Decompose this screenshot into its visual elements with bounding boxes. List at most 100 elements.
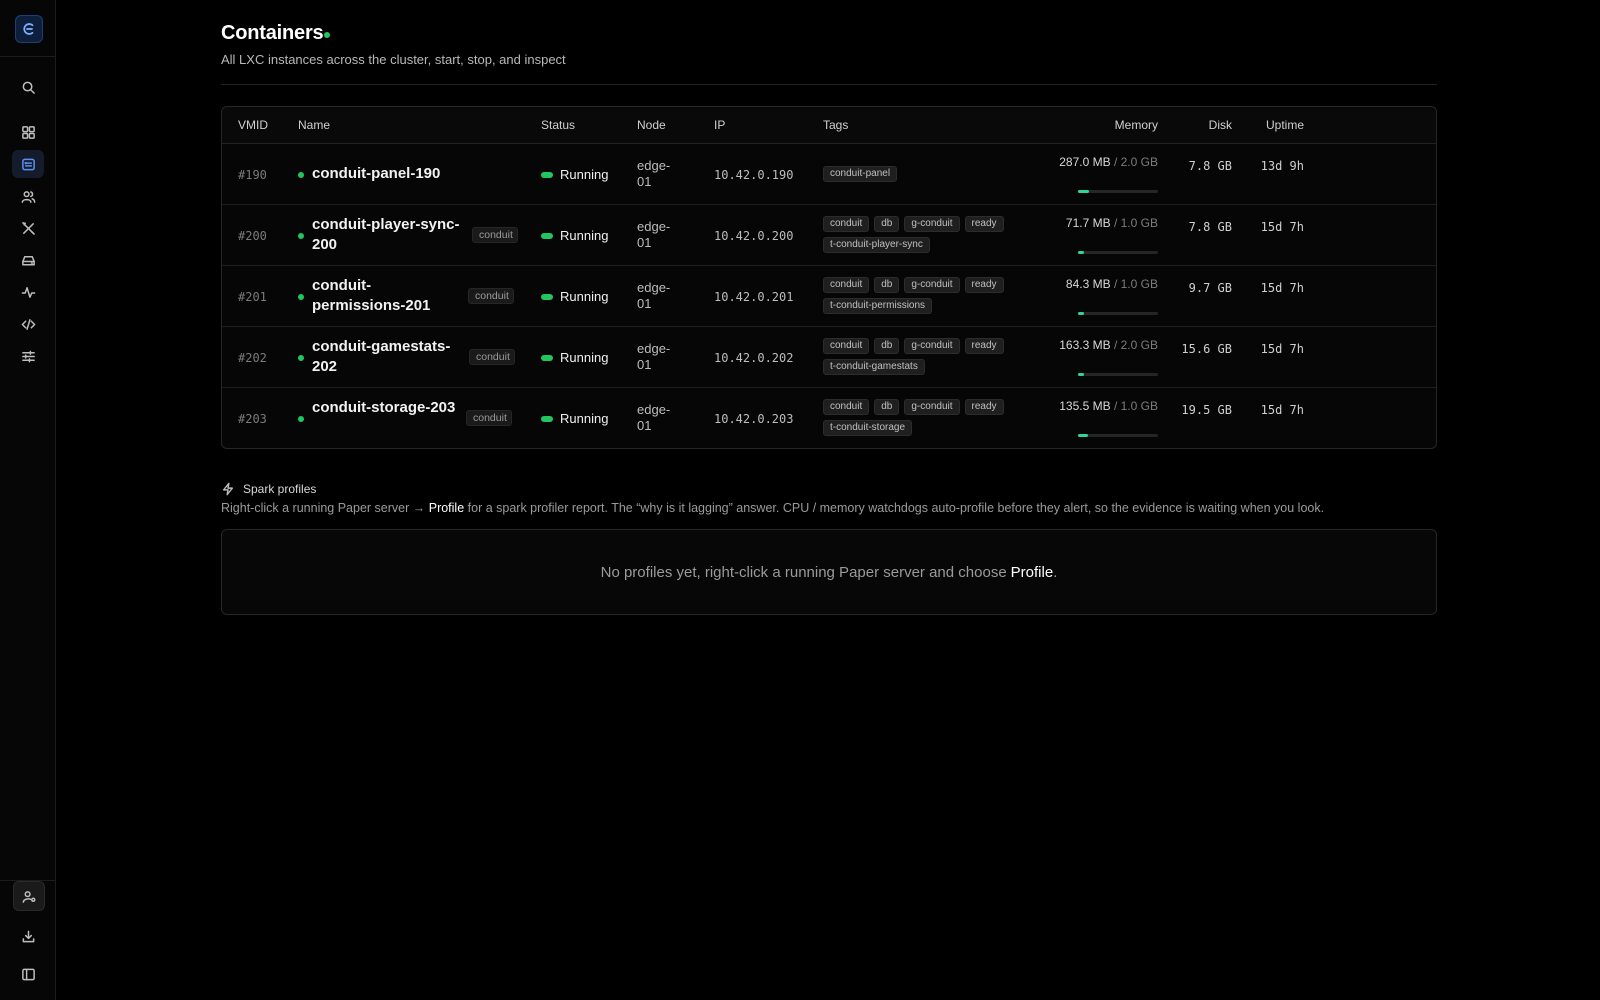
disk-size: 9.7 GB	[1188, 281, 1232, 295]
spark-profiles-empty-state: No profiles yet, right-click a running P…	[221, 529, 1437, 615]
user-settings-icon[interactable]	[13, 881, 45, 911]
conduit-logo-icon[interactable]	[15, 15, 43, 43]
table-row[interactable]: #200 conduit-player-sync-200 conduit Runnin…	[222, 205, 1436, 266]
status-dot	[298, 294, 304, 300]
tools-icon[interactable]	[12, 214, 44, 242]
uptime: 15d 7h	[1260, 403, 1304, 417]
containers-table: VMID Name Status Node IP Tags Memory Dis…	[221, 106, 1437, 449]
column-ip[interactable]: IP	[714, 118, 725, 132]
memory-bar-fill	[1078, 312, 1085, 315]
memory-bar-fill	[1078, 373, 1085, 376]
lightning-icon	[222, 482, 234, 496]
ip-address: 10.42.0.203	[714, 412, 794, 426]
activity-icon[interactable]	[12, 278, 44, 306]
sidebar-toggle-icon[interactable]	[12, 960, 44, 988]
ip-address: 10.42.0.200	[714, 229, 794, 243]
status-badge: Running	[541, 289, 608, 304]
memory-total: / 2.0 GB	[1113, 155, 1158, 169]
memory-total: / 1.0 GB	[1113, 399, 1158, 413]
tag: ready	[964, 216, 1004, 232]
status-text: Running	[560, 350, 609, 365]
column-name[interactable]: Name	[298, 118, 330, 132]
tags-list: conduit-panel	[823, 166, 1023, 182]
status-badge: Running	[541, 228, 608, 243]
uptime: 15d 7h	[1260, 281, 1304, 295]
memory-usage: 84.3 MB / 1.0 GB	[1042, 276, 1158, 292]
container-name[interactable]: conduit-permissions-201	[312, 276, 462, 316]
vmid: #203	[238, 412, 267, 426]
table-row[interactable]: #202 conduit-gamestats-202 conduit Running e…	[222, 327, 1436, 388]
container-name[interactable]: conduit-player-sync-200	[312, 215, 462, 255]
status-pill	[541, 171, 553, 178]
users-icon[interactable]	[12, 182, 44, 210]
vmid: #202	[238, 351, 267, 365]
tag: g-conduit	[904, 338, 960, 354]
memory-bar	[1078, 251, 1158, 254]
tag: g-conduit	[904, 277, 960, 293]
status-pill	[541, 354, 553, 361]
tag: t-conduit-player-sync	[823, 237, 930, 253]
uptime: 15d 7h	[1260, 220, 1304, 234]
tag: t-conduit-storage	[823, 420, 913, 436]
sliders-icon[interactable]	[12, 342, 44, 370]
container-name[interactable]: conduit-panel-190	[312, 164, 512, 184]
status-text: Running	[560, 289, 609, 304]
memory-bar	[1078, 373, 1158, 376]
status-text: Running	[560, 411, 609, 426]
status-text: Running	[560, 167, 609, 182]
tags-list: conduit db g-conduit ready t-conduit-storage	[823, 399, 1023, 436]
spark-profiles-title: Spark profiles	[243, 482, 317, 496]
column-vmid[interactable]: VMID	[238, 118, 268, 132]
tag: t-conduit-gamestats	[823, 359, 925, 375]
memory-usage: 163.3 MB / 2.0 GB	[1042, 337, 1158, 353]
column-disk[interactable]: Disk	[1182, 118, 1232, 132]
node: edge-01	[637, 219, 671, 250]
page-title: Containers	[221, 22, 324, 44]
memory-used: 71.7 MB	[1065, 216, 1111, 230]
column-tags[interactable]: Tags	[823, 118, 848, 132]
status-dot	[324, 32, 330, 38]
ip-address: 10.42.0.190	[714, 168, 794, 182]
spark-profiles-description: Right-click a running Paper server → Pro…	[221, 501, 1324, 515]
memory-usage: 71.7 MB / 1.0 GB	[1042, 215, 1158, 231]
memory-total: / 1.0 GB	[1113, 277, 1158, 291]
status-badge: Running	[541, 411, 608, 426]
memory-used: 84.3 MB	[1065, 277, 1111, 291]
disk-size: 15.6 GB	[1181, 342, 1232, 356]
tag: db	[874, 216, 900, 232]
column-status[interactable]: Status	[541, 118, 575, 132]
table-row[interactable]: #203 conduit-storage-203 conduit Running edg…	[222, 388, 1436, 448]
table-row[interactable]: #201 conduit-permissions-201 conduit Runnin…	[222, 266, 1436, 327]
containers-icon[interactable]	[12, 150, 44, 178]
vmid: #201	[238, 290, 267, 304]
page-subtitle: All LXC instances across the cluster, st…	[221, 52, 566, 67]
disk-size: 7.8 GB	[1188, 159, 1232, 173]
column-uptime[interactable]: Uptime	[1242, 118, 1304, 132]
name-tag: conduit	[469, 349, 515, 365]
container-name[interactable]: conduit-gamestats-202	[312, 337, 462, 377]
disk-size: 7.8 GB	[1188, 220, 1232, 234]
storage-icon[interactable]	[12, 246, 44, 274]
memory-total: / 1.0 GB	[1113, 216, 1158, 230]
memory-usage: 135.5 MB / 1.0 GB	[1042, 398, 1158, 414]
memory-bar-fill	[1078, 251, 1084, 254]
memory-used: 163.3 MB	[1059, 338, 1111, 352]
spark-desc-profile: Profile	[428, 501, 465, 515]
node: edge-01	[637, 158, 671, 189]
download-icon[interactable]	[12, 922, 44, 950]
container-name[interactable]: conduit-storage-203	[312, 398, 462, 418]
code-icon[interactable]	[12, 310, 44, 338]
memory-bar	[1078, 312, 1158, 315]
node: edge-01	[637, 402, 671, 433]
column-memory[interactable]: Memory	[1078, 118, 1158, 132]
dashboard-icon[interactable]	[12, 118, 44, 146]
column-node[interactable]: Node	[637, 118, 666, 132]
empty-state-text: No profiles yet, right-click a running P…	[600, 563, 1007, 581]
name-tag: conduit	[472, 227, 518, 243]
search-icon[interactable]	[12, 73, 44, 101]
tag: g-conduit	[904, 399, 960, 415]
node: edge-01	[637, 280, 671, 311]
tag: conduit-panel	[823, 166, 898, 182]
table-row[interactable]: #190 conduit-panel-190 Running edge-01 10.42…	[222, 144, 1436, 205]
tag: t-conduit-permissions	[823, 298, 933, 314]
